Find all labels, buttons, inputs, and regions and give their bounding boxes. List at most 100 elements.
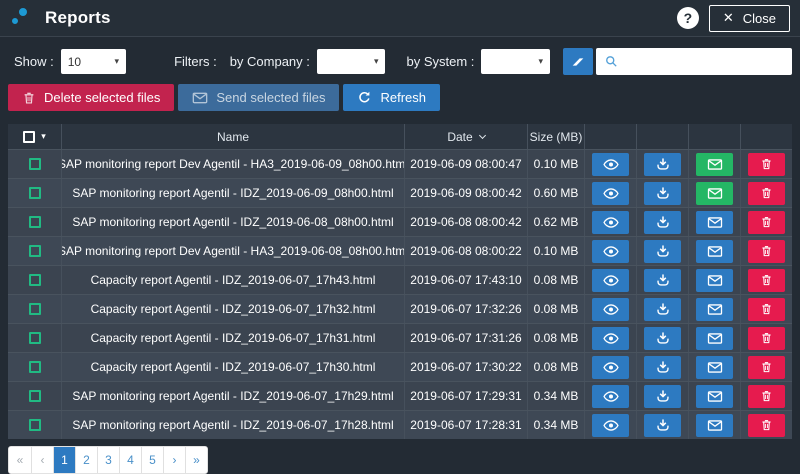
send-button[interactable] [696,211,733,234]
page-button[interactable]: 1 [53,447,75,473]
delete-button[interactable] [748,182,785,205]
report-size: 0.10 MB [528,150,585,178]
row-checkbox[interactable] [29,245,41,257]
delete-button[interactable] [748,269,785,292]
delete-button[interactable] [748,327,785,350]
download-button[interactable] [644,356,681,379]
row-checkbox[interactable] [29,158,41,170]
row-checkbox[interactable] [29,361,41,373]
download-button[interactable] [644,182,681,205]
report-size: 0.10 MB [528,237,585,265]
view-button[interactable] [592,269,629,292]
download-icon [656,389,670,403]
delete-button[interactable] [748,385,785,408]
send-button[interactable] [696,385,733,408]
send-cell [689,324,741,352]
download-icon [656,273,670,287]
download-button[interactable] [644,153,681,176]
report-name: SAP monitoring report Dev Agentil - HA3_… [62,237,405,265]
show-select[interactable]: 10 ▾ [61,49,126,74]
row-checkbox[interactable] [29,187,41,199]
delete-selected-button[interactable]: Delete selected files [8,84,174,111]
delete-button[interactable] [748,298,785,321]
page-button[interactable]: ‹ [31,447,53,473]
view-button[interactable] [592,414,629,437]
report-date: 2019-06-07 17:43:10 [405,266,528,294]
row-checkbox[interactable] [29,390,41,402]
view-button[interactable] [592,385,629,408]
download-button[interactable] [644,327,681,350]
refresh-button[interactable]: Refresh [343,84,440,111]
download-button[interactable] [644,385,681,408]
page-button[interactable]: 2 [75,447,97,473]
row-checkbox[interactable] [29,332,41,344]
download-button[interactable] [644,298,681,321]
send-cell [689,411,741,439]
row-checkbox-cell [8,295,62,323]
page-button[interactable]: 5 [141,447,163,473]
eye-icon [603,158,619,171]
view-button[interactable] [592,240,629,263]
system-select[interactable]: ▾ [481,49,550,74]
send-button[interactable] [696,356,733,379]
page-button[interactable]: « [9,447,31,473]
page-button[interactable]: 3 [97,447,119,473]
delete-button[interactable] [748,211,785,234]
send-button[interactable] [696,327,733,350]
chevron-down-icon: ▾ [538,56,543,67]
delete-button[interactable] [748,414,785,437]
send-button[interactable] [696,153,733,176]
column-header-date[interactable]: Date [405,124,528,149]
download-button[interactable] [644,211,681,234]
row-checkbox-cell [8,237,62,265]
page-button[interactable]: › [163,447,185,473]
close-button[interactable]: ✕ Close [709,5,790,32]
view-button[interactable] [592,211,629,234]
download-button[interactable] [644,414,681,437]
download-cell [637,411,689,439]
send-button[interactable] [696,414,733,437]
report-date: 2019-06-08 08:00:22 [405,237,528,265]
send-selected-button[interactable]: Send selected files [178,84,339,111]
trash-icon [760,244,773,258]
download-button[interactable] [644,240,681,263]
view-button[interactable] [592,182,629,205]
clear-filters-button[interactable] [563,48,593,75]
row-checkbox[interactable] [29,274,41,286]
trash-icon [22,91,36,105]
send-button[interactable] [696,182,733,205]
send-button[interactable] [696,269,733,292]
help-button[interactable]: ? [677,7,699,29]
page-button[interactable]: 4 [119,447,141,473]
send-button[interactable] [696,240,733,263]
delete-button[interactable] [748,240,785,263]
download-button[interactable] [644,269,681,292]
column-header-name[interactable]: Name [62,124,405,149]
delete-button[interactable] [748,356,785,379]
row-checkbox[interactable] [29,419,41,431]
delete-button[interactable] [748,153,785,176]
view-button[interactable] [592,327,629,350]
column-header-size[interactable]: Size (MB) [528,124,585,149]
page-button[interactable]: » [185,447,207,473]
company-select[interactable]: ▾ [317,49,386,74]
send-cell [689,382,741,410]
select-all-checkbox[interactable] [23,131,35,143]
send-button[interactable] [696,298,733,321]
selection-menu-caret-icon[interactable]: ▾ [41,131,46,142]
delete-cell [741,266,792,294]
view-button[interactable] [592,298,629,321]
delete-cell [741,295,792,323]
view-button[interactable] [592,153,629,176]
table-row: SAP monitoring report Agentil - IDZ_2019… [8,207,792,236]
by-company-label: by Company : [230,54,310,69]
table-row: SAP monitoring report Agentil - IDZ_2019… [8,410,792,439]
view-button[interactable] [592,356,629,379]
row-checkbox[interactable] [29,216,41,228]
search-input[interactable] [625,48,784,75]
row-checkbox[interactable] [29,303,41,315]
delete-cell [741,353,792,381]
search-box[interactable] [596,48,792,75]
view-cell [585,150,637,178]
send-cell [689,295,741,323]
